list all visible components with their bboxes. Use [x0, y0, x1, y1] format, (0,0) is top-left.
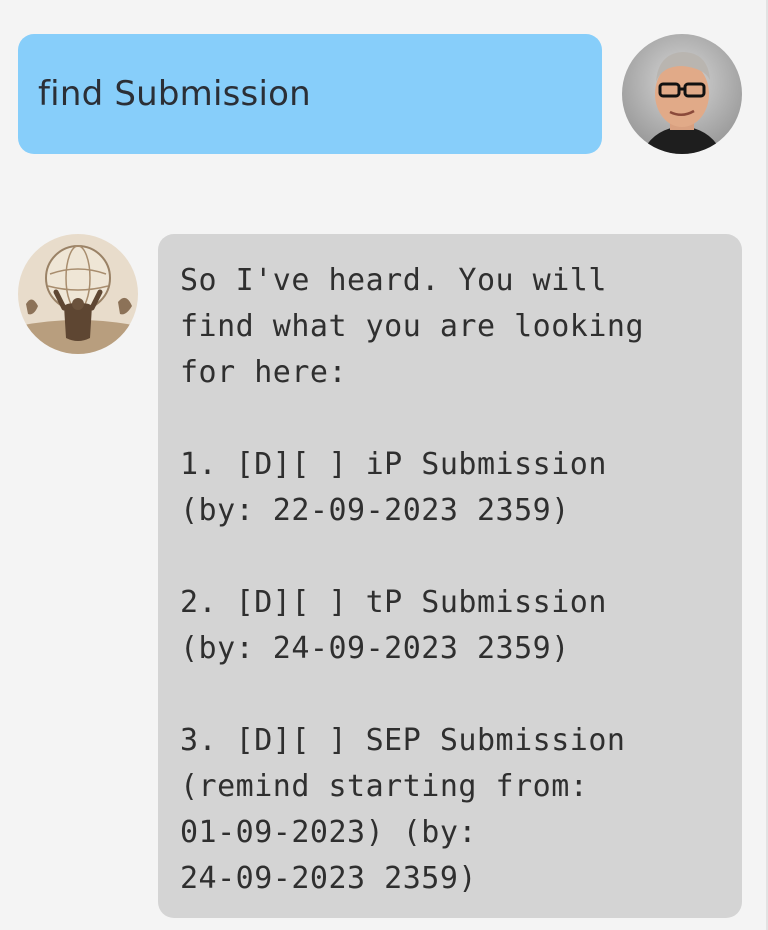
bot-message-bubble: So I've heard. You will find what you ar…: [158, 234, 742, 918]
user-message-text: find Submission: [38, 74, 311, 114]
chat-window: find Submission So I've heard. You will …: [0, 0, 768, 930]
user-portrait-icon: [622, 34, 742, 154]
user-message-bubble: find Submission: [18, 34, 602, 154]
bot-message-text: So I've heard. You will find what you ar…: [180, 263, 645, 896]
user-avatar: [622, 34, 742, 154]
bot-avatar: [18, 234, 138, 354]
atlas-globe-icon: [18, 234, 138, 354]
